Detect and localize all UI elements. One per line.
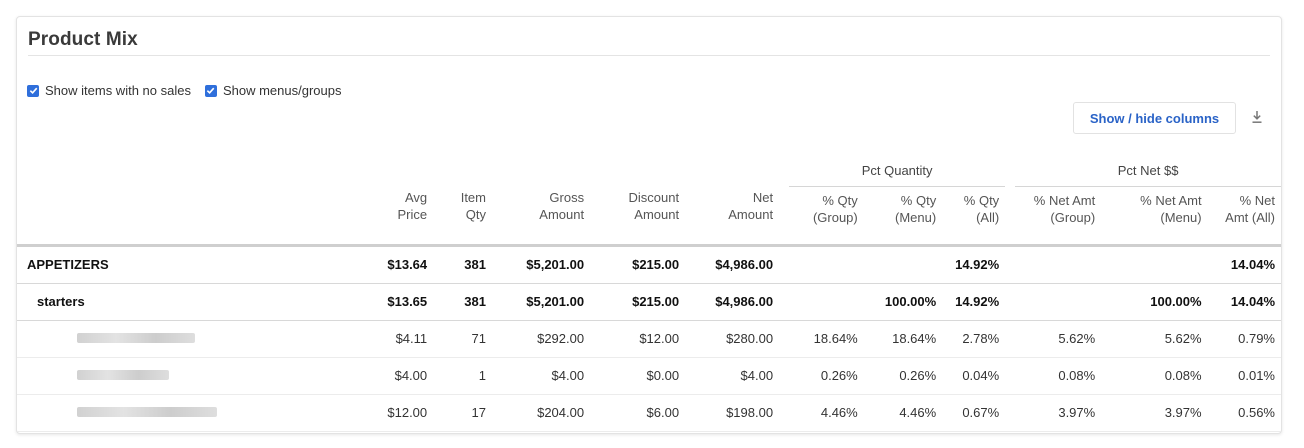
cell-gross-amount: $4.00	[492, 357, 591, 395]
cell-net-amount: $4,986.00	[685, 283, 780, 321]
cell-net-amt-all: 0.01%	[1207, 357, 1281, 395]
cell-net-amt-group	[1005, 283, 1102, 321]
cell-net-amount: $280.00	[685, 320, 780, 358]
cell-qty-all: 0.67%	[942, 394, 1006, 432]
cell-net-amt-menu: 0.08%	[1101, 357, 1208, 395]
cell-net-amt-all: 0.79%	[1207, 320, 1281, 358]
show-menus-groups-option[interactable]: Show menus/groups	[204, 83, 342, 98]
cell-qty-group	[779, 283, 864, 321]
col-header-net-amt-menu[interactable]: % Net Amt (Menu)	[1101, 187, 1208, 247]
col-header-qty-menu[interactable]: % Qty (Menu)	[863, 187, 943, 247]
group-header-pct-net: Pct Net $$	[1005, 161, 1281, 187]
cell-avg-price: $4.11	[323, 320, 434, 358]
product-mix-table: Avg Price Item Qty Gross Amount Discount Amo…	[17, 161, 1281, 432]
cell-avg-price: $4.00	[323, 357, 434, 395]
cell-qty-menu: 4.46%	[863, 394, 943, 432]
cell-discount-amount: $12.00	[590, 320, 686, 358]
cell-net-amt-group: 0.08%	[1005, 357, 1102, 395]
cell-item-qty: 17	[433, 394, 492, 432]
cell-net-amt-all: 0.56%	[1207, 394, 1281, 432]
cell-net-amount: $198.00	[685, 394, 780, 432]
cell-net-amt-group	[1005, 245, 1102, 284]
cell-net-amount: $4.00	[685, 357, 780, 395]
col-header-item-qty[interactable]: Item Qty	[433, 161, 492, 247]
cell-gross-amount: $5,201.00	[492, 245, 591, 284]
table-row-group[interactable]: APPETIZERS $13.64 381 $5,201.00 $215.00 …	[17, 245, 1281, 284]
cell-net-amt-menu	[1101, 245, 1208, 284]
cell-gross-amount: $204.00	[492, 394, 591, 432]
cell-qty-menu	[863, 245, 943, 284]
cell-qty-menu: 18.64%	[863, 320, 943, 358]
download-icon[interactable]	[1251, 110, 1263, 124]
product-mix-card: Product Mix Show items with no sales Sho…	[16, 16, 1282, 434]
show-hide-columns-button[interactable]: Show / hide columns	[1073, 102, 1236, 134]
title-divider	[28, 55, 1270, 56]
cell-net-amt-menu: 5.62%	[1101, 320, 1208, 358]
cell-discount-amount: $215.00	[590, 283, 686, 321]
table-row-menu[interactable]: starters $13.65 381 $5,201.00 $215.00 $4…	[17, 283, 1281, 321]
show-no-sales-checkbox[interactable]	[27, 84, 39, 97]
cell-qty-group: 18.64%	[779, 320, 864, 358]
col-header-qty-all[interactable]: % Qty (All)	[942, 187, 1006, 247]
cell-qty-group: 0.26%	[779, 357, 864, 395]
cell-net-amt-all: 14.04%	[1207, 245, 1281, 284]
cell-gross-amount: $292.00	[492, 320, 591, 358]
cell-qty-group	[779, 245, 864, 284]
cell-qty-menu: 0.26%	[863, 357, 943, 395]
col-header-avg-price[interactable]: Avg Price	[323, 161, 434, 247]
cell-avg-price: $13.64	[323, 245, 434, 284]
cell-item-qty: 1	[433, 357, 492, 395]
cell-qty-group: 4.46%	[779, 394, 864, 432]
cell-net-amt-group: 5.62%	[1005, 320, 1102, 358]
col-header-net-amt-group[interactable]: % Net Amt (Group)	[1005, 187, 1102, 247]
cell-gross-amount: $5,201.00	[492, 283, 591, 321]
redacted-item-name	[17, 320, 324, 358]
checkmark-icon	[29, 87, 37, 95]
cell-qty-all: 2.78%	[942, 320, 1006, 358]
show-menus-groups-label: Show menus/groups	[222, 83, 342, 98]
row-name: APPETIZERS	[17, 245, 324, 284]
cell-net-amt-all: 14.04%	[1207, 283, 1281, 321]
group-header-pct-quantity: Pct Quantity	[779, 161, 1006, 187]
redacted-item-name	[17, 357, 324, 395]
cell-item-qty: 381	[433, 283, 492, 321]
cell-item-qty: 71	[433, 320, 492, 358]
name-header	[17, 161, 324, 247]
cell-net-amt-menu: 3.97%	[1101, 394, 1208, 432]
cell-net-amount: $4,986.00	[685, 245, 780, 284]
checkmark-icon	[207, 87, 215, 95]
show-menus-groups-checkbox[interactable]	[204, 84, 217, 97]
cell-net-amt-group: 3.97%	[1005, 394, 1102, 432]
cell-qty-all: 14.92%	[942, 245, 1006, 284]
row-name: starters	[17, 283, 324, 321]
col-header-qty-group[interactable]: % Qty (Group)	[779, 187, 864, 247]
cell-discount-amount: $0.00	[590, 357, 686, 395]
card-title: Product Mix	[28, 29, 138, 50]
redacted-item-name	[17, 394, 324, 432]
cell-qty-all: 14.92%	[942, 283, 1006, 321]
table-row-item[interactable]: $4.11 71 $292.00 $12.00 $280.00 18.64% 1…	[17, 320, 1281, 358]
show-no-sales-label: Show items with no sales	[45, 83, 191, 98]
cell-qty-all: 0.04%	[942, 357, 1006, 395]
table-row-item[interactable]: $4.00 1 $4.00 $0.00 $4.00 0.26% 0.26% 0.…	[17, 357, 1281, 395]
cell-item-qty: 381	[433, 245, 492, 284]
show-no-sales-option[interactable]: Show items with no sales	[27, 83, 191, 98]
cell-qty-menu: 100.00%	[863, 283, 943, 321]
col-header-net-amt-all[interactable]: % Net Amt (All)	[1207, 187, 1281, 247]
cell-avg-price: $13.65	[323, 283, 434, 321]
cell-net-amt-menu: 100.00%	[1101, 283, 1208, 321]
table-row-item[interactable]: $12.00 17 $204.00 $6.00 $198.00 4.46% 4.…	[17, 394, 1281, 432]
col-header-net-amount[interactable]: Net Amount	[685, 161, 780, 247]
cell-discount-amount: $215.00	[590, 245, 686, 284]
cell-discount-amount: $6.00	[590, 394, 686, 432]
col-header-gross-amount[interactable]: Gross Amount	[492, 161, 591, 247]
col-header-discount-amount[interactable]: Discount Amount	[590, 161, 686, 247]
cell-avg-price: $12.00	[323, 394, 434, 432]
filter-options: Show items with no sales Show menus/grou…	[27, 83, 355, 98]
